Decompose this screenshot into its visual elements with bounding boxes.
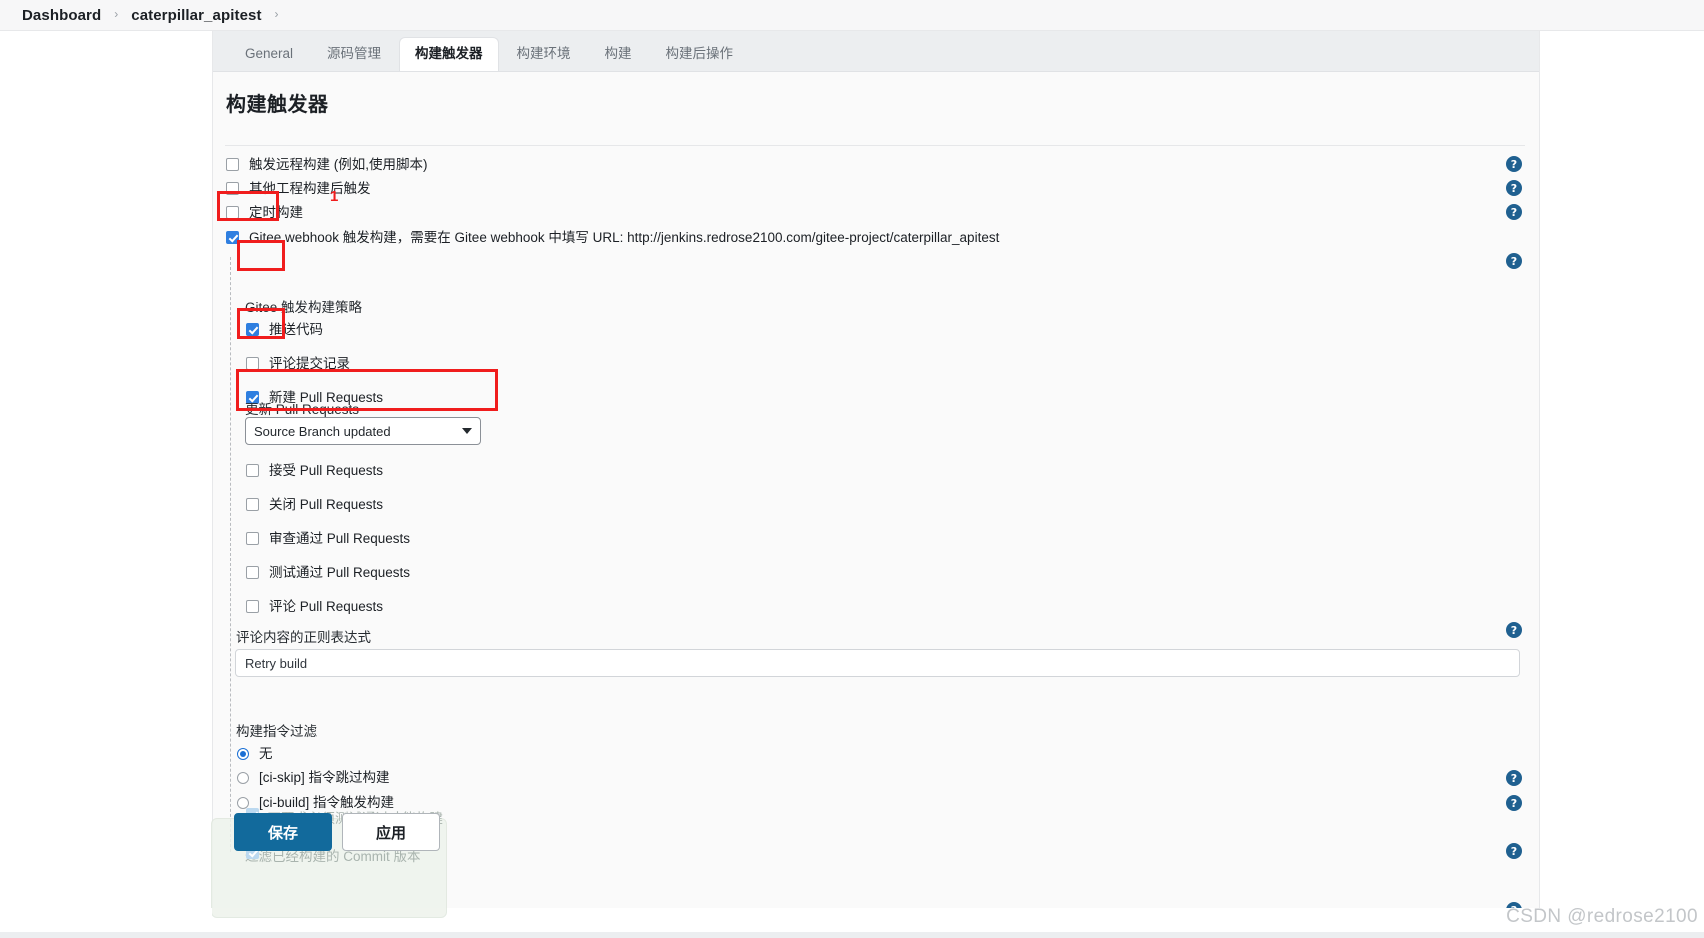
checkbox-accept-pull-requests[interactable]	[246, 464, 259, 478]
regex-input[interactable]: Retry build	[235, 649, 1520, 677]
regex-heading: 评论内容的正则表达式	[236, 630, 371, 645]
breadcrumb: Dashboard › caterpillar_apitest ›	[0, 0, 1704, 31]
trigger-row-remote-build[interactable]: 触发远程构建 (例如,使用脚本)	[226, 158, 428, 172]
page-title: 构建触发器	[226, 94, 329, 116]
pr-row-review-passed[interactable]: 审查通过 Pull Requests	[246, 532, 410, 546]
apply-button[interactable]: 应用	[342, 813, 440, 851]
regex-input-value: Retry build	[245, 655, 308, 671]
pr-row-comment[interactable]: 评论 Pull Requests	[246, 600, 383, 614]
strategy-label-comment-commit: 评论提交记录	[269, 356, 350, 371]
tab-build-triggers[interactable]: 构建触发器	[399, 36, 499, 72]
build-filter-heading: 构建指令过滤	[236, 724, 317, 739]
chevron-down-icon	[462, 428, 472, 434]
checkbox-test-passed-pull-requests[interactable]	[246, 566, 259, 580]
filter-label-ci-skip: [ci-skip] 指令跳过构建	[259, 770, 390, 785]
update-pr-select[interactable]: Source Branch updated	[245, 417, 481, 445]
trigger-label-gitee-webhook: Gitee webhook 触发构建，需要在 Gitee webhook 中填写…	[249, 230, 1000, 245]
breadcrumb-separator-icon: ›	[114, 7, 119, 21]
trigger-row-after-other-projects[interactable]: 其他工程构建后触发	[226, 182, 371, 196]
help-icon-ci-build[interactable]: ?	[1506, 795, 1522, 811]
pr-label-accept: 接受 Pull Requests	[269, 463, 384, 478]
checkbox-remote-build[interactable]	[226, 158, 239, 172]
trigger-label-remote-build: 触发远程构建 (例如,使用脚本)	[249, 157, 428, 172]
help-icon-regex[interactable]: ?	[1506, 622, 1522, 638]
strategy-row-comment-commit[interactable]: 评论提交记录	[246, 357, 350, 371]
save-button[interactable]: 保存	[234, 813, 332, 851]
tab-general[interactable]: General	[229, 37, 309, 72]
checkbox-close-pull-requests[interactable]	[246, 498, 259, 512]
pr-row-close[interactable]: 关闭 Pull Requests	[246, 498, 383, 512]
pr-label-close: 关闭 Pull Requests	[269, 497, 384, 512]
checkbox-push-code[interactable]	[246, 323, 259, 337]
config-tab-strip: General 源码管理 构建触发器 构建环境 构建 构建后操作	[213, 31, 1539, 72]
update-pr-select-value: Source Branch updated	[254, 423, 391, 439]
bottom-left-blank	[0, 908, 212, 932]
breadcrumb-item-project[interactable]: caterpillar_apitest	[131, 7, 261, 24]
gitee-strategy-heading: Gitee 触发构建策略	[245, 300, 363, 315]
pr-label-comment: 评论 Pull Requests	[269, 599, 384, 614]
watermark: CSDN @redrose2100	[1506, 906, 1698, 927]
pr-row-test-passed[interactable]: 测试通过 Pull Requests	[246, 566, 410, 580]
strategy-row-push-code[interactable]: 推送代码	[246, 323, 323, 337]
trigger-label-scheduled-build: 定时构建	[249, 205, 303, 220]
radio-filter-ci-skip[interactable]	[237, 771, 249, 784]
pr-row-accept[interactable]: 接受 Pull Requests	[246, 464, 383, 478]
checkbox-review-passed-pull-requests[interactable]	[246, 532, 259, 546]
right-gutter	[1540, 31, 1704, 908]
tab-build[interactable]: 构建	[589, 37, 648, 72]
tab-source-management[interactable]: 源码管理	[311, 37, 397, 72]
indent-guide	[230, 257, 231, 852]
checkbox-after-other-projects[interactable]	[226, 182, 239, 196]
left-gutter	[0, 31, 212, 908]
pr-label-review-passed: 审查通过 Pull Requests	[269, 531, 411, 546]
filter-label-none: 无	[259, 746, 273, 761]
filter-row-ci-skip[interactable]: [ci-skip] 指令跳过构建	[237, 771, 390, 785]
breadcrumb-item-dashboard[interactable]: Dashboard	[22, 7, 101, 24]
title-divider	[225, 145, 1525, 146]
help-icon-ci-skip[interactable]: ?	[1506, 770, 1522, 786]
strategy-label-push-code: 推送代码	[269, 322, 323, 337]
help-icon-scheduled-build[interactable]: ?	[1506, 204, 1522, 220]
bottom-strip	[0, 932, 1704, 938]
pr-label-test-passed: 测试通过 Pull Requests	[269, 565, 411, 580]
checkbox-comment-commit[interactable]	[246, 357, 259, 371]
checkbox-scheduled-build[interactable]	[226, 206, 239, 220]
page-root: Dashboard › caterpillar_apitest › Genera…	[0, 0, 1704, 938]
config-panel: General 源码管理 构建触发器 构建环境 构建 构建后操作 构建触发器 触…	[212, 31, 1540, 908]
build-triggers-card: 构建触发器 触发远程构建 (例如,使用脚本) 其他工程构建后触发 定时构建 Gi…	[213, 71, 1539, 908]
trigger-label-after-other-projects: 其他工程构建后触发	[249, 181, 371, 196]
radio-filter-none[interactable]	[237, 747, 249, 760]
help-icon-remote-build[interactable]: ?	[1506, 156, 1522, 172]
checkbox-comment-pull-requests[interactable]	[246, 600, 259, 614]
tab-post-build-actions[interactable]: 构建后操作	[650, 37, 750, 72]
breadcrumb-separator-icon-2: ›	[274, 7, 279, 21]
trigger-row-gitee-webhook[interactable]: Gitee webhook 触发构建，需要在 Gitee webhook 中填写…	[226, 231, 999, 245]
trigger-row-scheduled-build[interactable]: 定时构建	[226, 206, 303, 220]
checkbox-gitee-webhook[interactable]	[226, 231, 239, 245]
help-icon-after-other-projects[interactable]: ?	[1506, 180, 1522, 196]
help-icon-gitee-webhook[interactable]: ?	[1506, 253, 1522, 269]
tab-build-environment[interactable]: 构建环境	[501, 37, 587, 72]
filter-row-none[interactable]: 无	[237, 747, 273, 761]
update-pr-heading: 更新 Pull Requests	[245, 402, 360, 417]
help-icon-pr-test-not-required[interactable]: ?	[1506, 843, 1522, 859]
